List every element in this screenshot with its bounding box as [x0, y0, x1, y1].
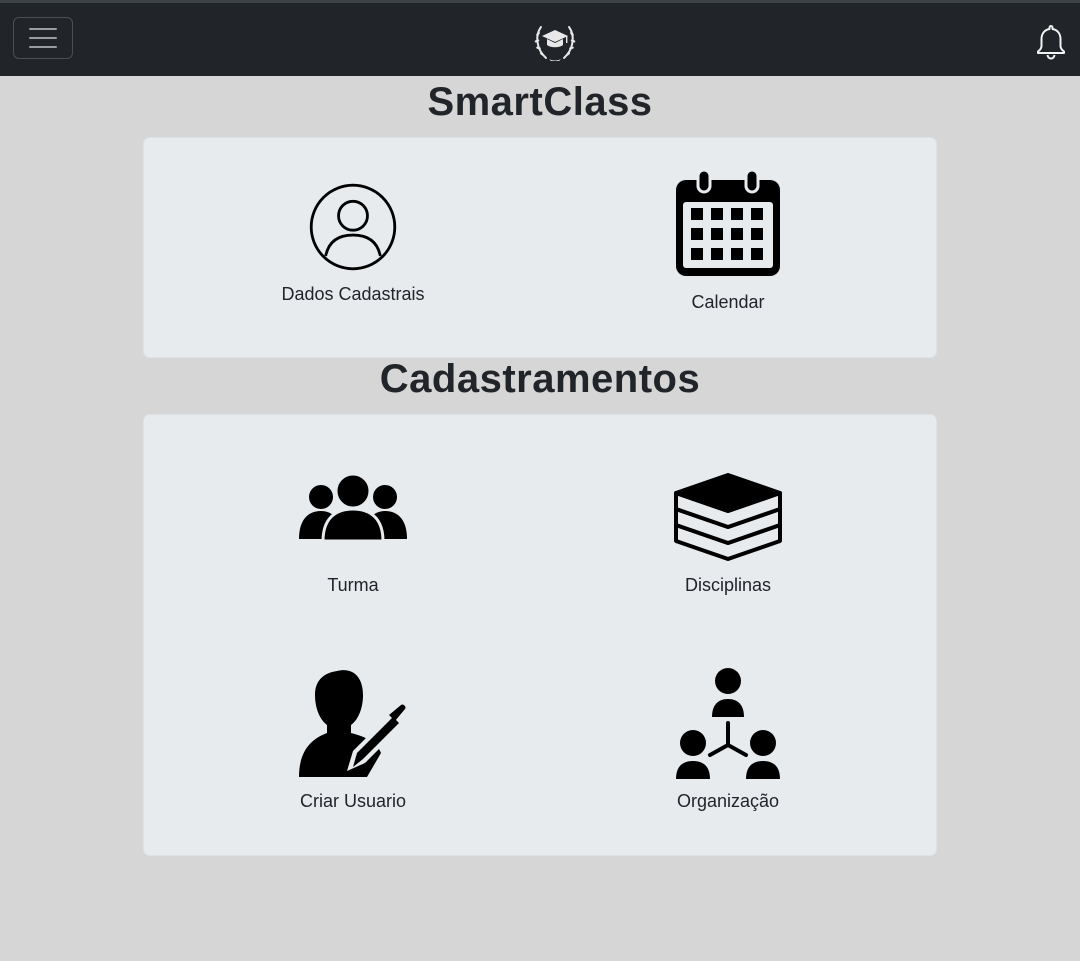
section-title-smartclass: SmartClass [427, 80, 653, 124]
hamburger-icon [29, 28, 57, 30]
tile-label: Organização [676, 791, 780, 811]
disciplinas-tile[interactable]: Disciplinas [598, 451, 858, 596]
cadastramentos-card: Turma Disciplinas Criar Usuario Organiza… [143, 414, 937, 856]
calendar-icon [676, 168, 780, 276]
calendar-tile[interactable]: Calendar [598, 168, 858, 313]
tile-label: Calendar [691, 292, 765, 312]
graduation-cap-logo-icon[interactable] [532, 21, 578, 63]
tile-label: Turma [327, 575, 379, 595]
user-edit-icon [299, 670, 406, 777]
dados-cadastrais-tile[interactable]: Dados Cadastrais [223, 176, 483, 305]
bell-icon[interactable] [1032, 23, 1070, 61]
tile-label: Criar Usuario [299, 791, 407, 811]
turma-tile[interactable]: Turma [223, 451, 483, 596]
menu-toggle-button[interactable] [13, 17, 73, 59]
user-circle-icon [309, 183, 397, 271]
organizacao-tile[interactable]: Organização [598, 667, 858, 812]
criar-usuario-tile[interactable]: Criar Usuario [223, 667, 483, 812]
users-group-icon [299, 472, 407, 543]
books-icon [674, 473, 782, 561]
smartclass-card: Dados Cadastrais Calendar [143, 137, 937, 358]
organization-icon [676, 668, 780, 779]
section-title-cadastramentos: Cadastramentos [379, 357, 701, 401]
tile-label: Disciplinas [684, 575, 772, 595]
top-navbar [0, 0, 1080, 76]
tile-label: Dados Cadastrais [281, 284, 425, 304]
